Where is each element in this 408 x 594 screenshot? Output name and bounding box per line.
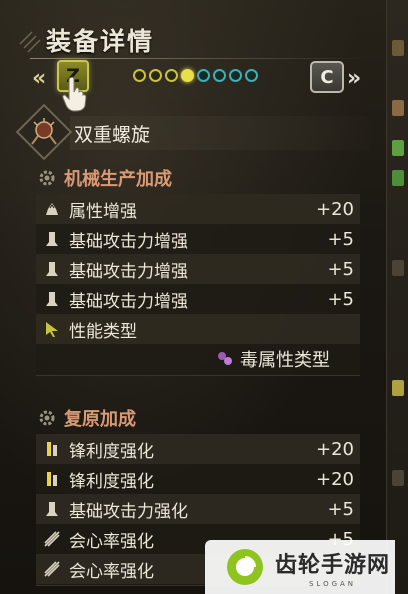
- side-icon: [392, 100, 404, 116]
- page-dot[interactable]: [133, 69, 146, 82]
- bonus-row[interactable]: 锋利度强化 +20: [36, 434, 360, 464]
- page-title: 装备详情: [46, 27, 155, 56]
- element-boost-icon: [41, 198, 63, 220]
- performance-type-label: 毒属性类型: [240, 350, 330, 371]
- hand-cursor-icon: [62, 76, 87, 112]
- bonus-value: +20: [316, 198, 354, 220]
- bonus-row[interactable]: 基础攻击力增强 +5: [36, 224, 360, 254]
- page-dot[interactable]: [165, 69, 178, 82]
- affinity-icon: [41, 528, 63, 550]
- bonus-label: 性能类型: [69, 321, 137, 342]
- bonus-value: +5: [327, 288, 354, 310]
- bonus-label: 基础攻击力强化: [69, 501, 188, 522]
- side-icon: [392, 260, 404, 276]
- bonus-row[interactable]: 基础攻击力增强 +5: [36, 284, 360, 314]
- attack-boost-icon: [41, 498, 63, 520]
- bonus-row[interactable]: 锋利度强化 +20: [36, 464, 360, 494]
- bonus-label: 基础攻击力增强: [69, 231, 188, 252]
- corner-ornament-icon: [19, 31, 41, 53]
- sharpness-icon: [41, 468, 63, 490]
- bonus-row[interactable]: 基础攻击力强化 +5: [36, 494, 360, 524]
- section-title-production: 机械生产加成: [38, 165, 172, 191]
- watermark-slogan: SLOGAN: [308, 579, 357, 588]
- title-divider: [30, 58, 370, 59]
- page-dot[interactable]: [197, 69, 210, 82]
- gear-icon: [39, 410, 55, 426]
- side-icon: [392, 140, 404, 156]
- sharpness-icon: [41, 438, 63, 460]
- bonus-label: 基础攻击力增强: [69, 261, 188, 282]
- next-page-arrow[interactable]: »: [347, 66, 361, 91]
- bonus-label: 属性增强: [69, 201, 137, 222]
- bonus-value: +5: [327, 228, 354, 250]
- gear-logo-icon: [227, 549, 263, 585]
- page-indicator: [133, 69, 258, 82]
- watermark-name: 齿轮手游网: [275, 552, 391, 578]
- section-title-label: 机械生产加成: [64, 169, 172, 190]
- attack-boost-icon: [41, 288, 63, 310]
- insect-glaive-icon: [31, 118, 57, 145]
- side-icon: [392, 40, 404, 56]
- bonus-row[interactable]: 属性增强 +20: [36, 194, 360, 224]
- affinity-icon: [41, 558, 63, 580]
- bonus-value: +20: [316, 468, 354, 490]
- page-dot[interactable]: [149, 69, 162, 82]
- section-title-restore: 复原加成: [38, 405, 136, 431]
- weapon-header: 双重螺旋: [15, 103, 374, 161]
- bonus-label: 基础攻击力增强: [69, 291, 188, 312]
- attack-boost-icon: [41, 228, 63, 250]
- weapon-name: 双重螺旋: [74, 124, 151, 146]
- c-key-button[interactable]: C: [310, 61, 344, 93]
- side-icon: [392, 470, 404, 486]
- production-bonus-panel: 属性增强 +20 基础攻击力增强 +5 基础攻击力增强 +5 基础攻击力增强 +…: [36, 194, 360, 376]
- side-icon: [392, 170, 404, 186]
- poison-icon: [218, 352, 232, 365]
- bonus-label: 锋利度强化: [69, 441, 154, 462]
- page-dot[interactable]: [229, 69, 242, 82]
- bonus-value: +20: [316, 438, 354, 460]
- type-arrow-icon: [41, 318, 63, 340]
- bonus-value: +5: [327, 258, 354, 280]
- prev-page-arrow[interactable]: «: [32, 66, 46, 91]
- side-icon: [392, 380, 404, 396]
- side-panel-edge: [386, 0, 408, 594]
- page-dot[interactable]: [245, 69, 258, 82]
- bonus-row[interactable]: 性能类型: [36, 314, 360, 344]
- gear-icon: [39, 170, 55, 186]
- attack-boost-icon: [41, 258, 63, 280]
- page-dot[interactable]: [213, 69, 226, 82]
- site-watermark: 齿轮手游网 SLOGAN: [205, 540, 395, 594]
- bonus-value: +5: [327, 498, 354, 520]
- bonus-row[interactable]: 基础攻击力增强 +5: [36, 254, 360, 284]
- section-title-label: 复原加成: [64, 409, 136, 430]
- bonus-label: 锋利度强化: [69, 471, 154, 492]
- page-dot-active[interactable]: [181, 69, 194, 82]
- performance-type-value: 毒属性类型: [36, 344, 360, 374]
